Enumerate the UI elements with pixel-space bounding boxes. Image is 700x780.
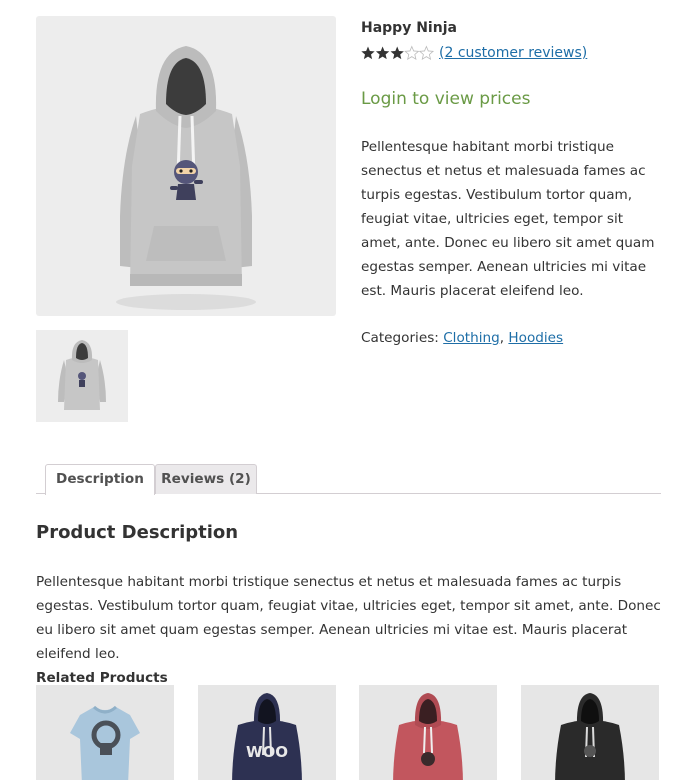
star-icon <box>375 46 390 60</box>
tab-description[interactable]: Description <box>45 464 155 495</box>
rating-row: (2 customer reviews) <box>361 42 661 64</box>
hoodie-black-image <box>555 693 625 780</box>
product-description-text: Pellentesque habitant morbi tristique se… <box>36 574 661 662</box>
svg-text:WOO: WOO <box>246 743 288 761</box>
hoodie-thumbnail-image <box>58 340 106 410</box>
related-product-2[interactable]: WOO <box>198 685 336 780</box>
hoodie-red-image <box>393 693 463 780</box>
product-categories: Categories: Clothing, Hoodies <box>361 327 661 349</box>
categories-label: Categories: <box>361 330 444 346</box>
product-main-image[interactable] <box>36 16 336 316</box>
login-to-view-prices: Login to view prices <box>361 89 531 109</box>
product-tabs: Description Reviews (2) <box>36 464 661 495</box>
hoodie-woo-image: WOO <box>232 693 302 780</box>
product-short-description: Pellentesque habitant morbi tristique se… <box>361 139 655 299</box>
related-product-3[interactable] <box>359 685 497 780</box>
star-rating-icon <box>361 45 435 61</box>
customer-reviews-link[interactable]: (2 customer reviews) <box>439 45 587 61</box>
star-icon <box>418 45 435 61</box>
related-product-1[interactable] <box>36 685 174 780</box>
category-link-hoodies[interactable]: Hoodies <box>508 330 563 346</box>
star-icon <box>404 45 420 61</box>
star-icon <box>390 46 404 60</box>
tab-reviews[interactable]: Reviews (2) <box>155 464 257 494</box>
product-description-heading: Product Description <box>36 522 239 543</box>
category-link-clothing[interactable]: Clothing <box>443 330 500 346</box>
product-title: Happy Ninja <box>361 20 457 36</box>
product-thumbnail[interactable] <box>36 330 128 422</box>
related-product-4[interactable] <box>521 685 659 780</box>
product-summary: Happy Ninja (2 customer reviews) Login t… <box>361 18 661 349</box>
hoodie-image <box>116 46 256 310</box>
star-icon <box>361 46 375 60</box>
tshirt-image <box>70 705 140 780</box>
